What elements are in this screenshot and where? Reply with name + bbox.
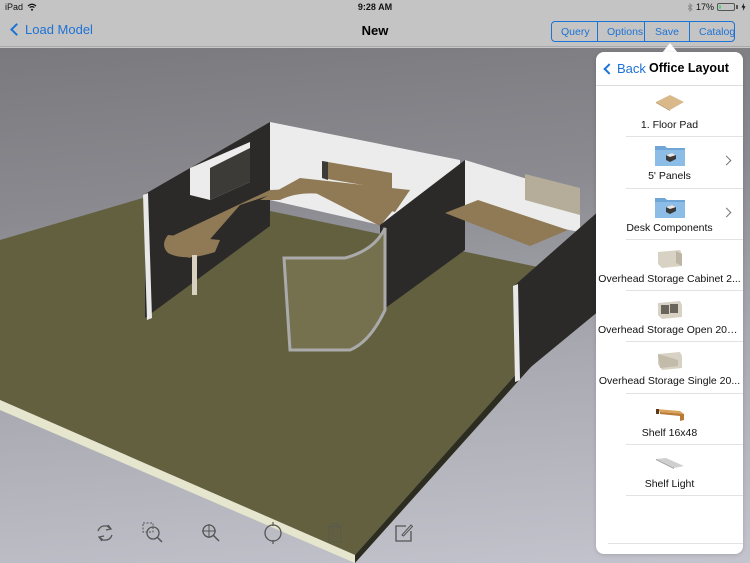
catalog-item-desk-components[interactable]: Desk Components bbox=[596, 189, 743, 241]
floor-pad[interactable] bbox=[0, 190, 600, 555]
orbit-button[interactable] bbox=[260, 520, 286, 546]
folder-icon bbox=[654, 197, 685, 218]
catalog-popover: Back Office Layout 1. Floor Pad 5' Panel… bbox=[596, 52, 743, 554]
catalog-button[interactable]: Catalog bbox=[689, 22, 734, 41]
options-button[interactable]: Options bbox=[597, 22, 644, 41]
load-model-button[interactable]: Load Model bbox=[8, 22, 93, 37]
delete-button[interactable] bbox=[322, 520, 348, 546]
catalog-header: Back Office Layout bbox=[596, 52, 743, 86]
segmented-control: Query Options Save Catalog bbox=[551, 21, 735, 42]
catalog-item-label: Overhead Storage Cabinet 2... bbox=[598, 272, 741, 285]
divider bbox=[608, 543, 743, 544]
catalog-item-label: 1. Floor Pad bbox=[640, 119, 699, 131]
catalog-back-button[interactable]: Back bbox=[602, 61, 646, 76]
zoom-crosshair-icon bbox=[202, 524, 220, 542]
catalog-item-label: 5' Panels bbox=[648, 170, 691, 183]
battery-level bbox=[719, 5, 721, 9]
chevron-right-icon bbox=[721, 155, 732, 166]
zoom-window-icon bbox=[142, 522, 163, 543]
rotate-arrows-icon bbox=[97, 524, 113, 542]
chevron-left-icon bbox=[603, 62, 615, 75]
battery-icon bbox=[717, 3, 735, 11]
shelf-light-thumbnail bbox=[655, 458, 684, 470]
chevron-left-icon bbox=[10, 23, 23, 36]
catalog-item-label: Shelf Light bbox=[644, 478, 695, 491]
navigation-bar: Load Model New Query Options Save Catalo… bbox=[0, 14, 750, 47]
catalog-item-label: Overhead Storage Single 20... bbox=[598, 375, 741, 388]
load-model-label: Load Model bbox=[25, 22, 93, 37]
storage-cabinet-thumbnail bbox=[657, 249, 682, 268]
save-button[interactable]: Save bbox=[644, 22, 689, 41]
zoom-window-button[interactable] bbox=[140, 520, 166, 546]
trash-icon bbox=[327, 523, 343, 543]
query-button[interactable]: Query bbox=[552, 22, 597, 41]
desk-hutch-side bbox=[322, 161, 328, 180]
catalog-item-label: Shelf 16x48 bbox=[641, 426, 698, 439]
orbit-target-icon bbox=[264, 522, 282, 544]
catalog-item-overhead-storage-single[interactable]: Overhead Storage Single 20... bbox=[596, 342, 743, 395]
storage-single-thumbnail bbox=[657, 352, 682, 371]
status-bar: iPad 9:28 AM 17% bbox=[0, 0, 750, 14]
catalog-item-label: Desk Components bbox=[626, 221, 713, 234]
rotate-button[interactable] bbox=[92, 520, 118, 546]
catalog-back-label: Back bbox=[617, 61, 646, 76]
battery-percent: 17% bbox=[695, 2, 714, 12]
edit-pencil-icon bbox=[395, 524, 414, 542]
catalog-item-overhead-storage-cabinet[interactable]: Overhead Storage Cabinet 2... bbox=[596, 240, 743, 292]
catalog-item-shelf-light[interactable]: Shelf Light bbox=[596, 445, 743, 497]
charging-bolt-icon bbox=[741, 3, 746, 11]
chevron-right-icon bbox=[721, 207, 732, 218]
zoom-extents-button[interactable] bbox=[198, 520, 224, 546]
desk-leg bbox=[192, 255, 197, 295]
catalog-item-5-panels[interactable]: 5' Panels bbox=[596, 137, 743, 189]
catalog-title: Office Layout bbox=[649, 61, 729, 75]
catalog-item-overhead-storage-open[interactable]: Overhead Storage Open 20x48 bbox=[596, 291, 743, 343]
battery-nub bbox=[736, 5, 738, 9]
storage-open-thumbnail bbox=[657, 301, 682, 320]
catalog-item-label: Overhead Storage Open 20x48 bbox=[598, 324, 743, 337]
clock: 9:28 AM bbox=[357, 2, 393, 12]
bluetooth-icon bbox=[687, 2, 693, 12]
catalog-item-floor-pad[interactable]: 1. Floor Pad bbox=[596, 86, 743, 138]
floor-pad-thumbnail bbox=[655, 95, 684, 111]
shelf-thumbnail bbox=[655, 408, 684, 421]
folder-icon bbox=[654, 146, 685, 167]
edit-button[interactable] bbox=[390, 520, 416, 546]
catalog-item-shelf-16x48[interactable]: Shelf 16x48 bbox=[596, 394, 743, 446]
